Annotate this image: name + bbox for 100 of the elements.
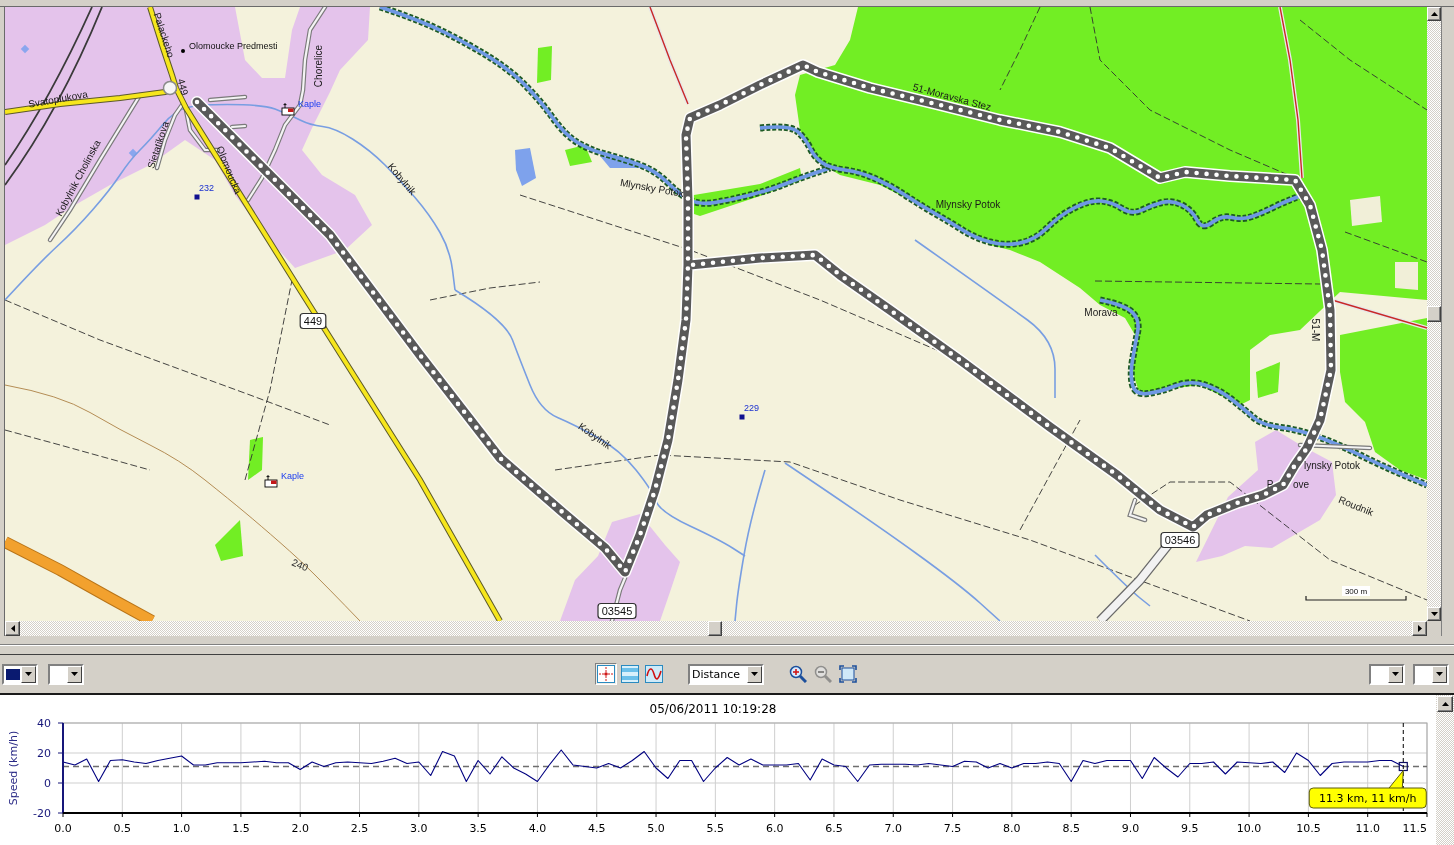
up-arrow-icon [1430,12,1438,16]
place-dot-icon [181,49,185,53]
dropdown-button[interactable] [21,665,36,683]
dropdown-button[interactable] [67,665,82,683]
vertical-scrollbar[interactable] [1427,7,1441,621]
map-label: lynsky Potok [1303,459,1361,471]
scroll-down-button[interactable] [1427,607,1441,621]
y-axis-label: Speed (km/h) [6,730,20,806]
map-label: P [1266,478,1274,490]
cursor-marker-icon [1398,761,1408,772]
value-tooltip: 11.3 km, 11 km/h [1308,770,1427,809]
caret-icon [1392,672,1399,676]
scrollbar-thumb[interactable] [708,621,722,636]
route-shield: 449 [299,312,327,330]
route-shield: 03546 [1160,531,1200,549]
right-arrow-icon [1417,625,1422,632]
poi-label: Kaple [298,99,322,109]
down-arrow-icon [1430,612,1438,616]
x-tick-label: 6.0 [765,821,784,835]
x-tick-label: 1.5 [232,821,250,835]
caret-icon [25,672,32,676]
bands-button[interactable] [619,663,641,685]
dropdown-button[interactable] [1388,665,1403,683]
square-marker-icon [194,194,200,200]
up-arrow-icon [1441,702,1449,706]
zoom-in-icon [789,665,807,683]
x-tick-label: 5.0 [647,821,665,835]
curve-button[interactable] [643,663,665,685]
wave-icon [645,665,663,683]
vertical-scrollbar[interactable] [1436,695,1454,845]
scroll-right-button[interactable] [1412,621,1427,636]
dropdown[interactable] [48,663,84,685]
forest-area [565,145,592,166]
zoom-in-button[interactable] [787,663,809,685]
map-label: ove [1292,478,1310,490]
x-tick-label: 2.5 [350,821,369,835]
stripes-icon [621,665,639,683]
elevation-label: 229 [744,403,760,413]
x-tick-label: 8.5 [1062,821,1080,835]
chart-title: 05/06/2011 10:19:28 [649,702,777,716]
x-tick-label: 2.0 [291,821,309,835]
map-label: 449 [175,77,191,97]
fit-button[interactable] [837,663,859,685]
water-point-icon [20,44,30,54]
x-tick-label: 3.0 [410,821,428,835]
map-label: Chorelice [312,44,324,88]
pond [515,148,536,186]
water-point-icon [128,148,138,158]
dropdown-button[interactable] [1432,665,1447,683]
minor-road [1127,497,1148,523]
x-tick-label: 9.5 [1181,821,1199,835]
horizontal-scrollbar[interactable] [5,621,1427,636]
elevation-label: 232 [199,183,215,193]
scroll-left-button[interactable] [5,621,20,636]
dropdown-button[interactable] [747,665,762,683]
frame-icon [839,665,857,683]
color-dropdown[interactable] [2,663,38,685]
map-label: Morava [1084,306,1118,318]
x-tick-label: 11.0 [1355,821,1380,835]
scroll-up-button[interactable] [1427,7,1441,21]
x-tick-label: 11.5 [1402,821,1427,835]
y-tick-label: 0 [44,776,51,790]
x-tick-label: 0.5 [113,821,132,835]
x-tick-label: 4.5 [588,821,606,835]
map-label: Svatoplukova [27,88,89,110]
roundabout-icon [162,80,178,96]
church-icon [281,102,295,116]
annotation: 11.3 km, 11 km/h [1319,791,1417,805]
scroll-up-button[interactable] [1437,696,1453,712]
scale-label: 300 m [1342,586,1370,596]
caret-icon [71,672,78,676]
crosshair-icon [597,665,615,683]
x-tick-label: 9.0 [1121,821,1140,835]
axis-select[interactable]: Distance [688,663,764,685]
y-tick-label: 40 [37,716,51,730]
caret-icon [1436,672,1443,676]
crosshair-button[interactable] [595,663,617,685]
y-tick-label: -20 [33,806,51,820]
x-tick-label: 6.5 [825,821,843,835]
clearing [1395,262,1418,290]
scrollbar-thumb[interactable] [1427,306,1441,322]
map-label: 51-M [1309,318,1321,342]
map-label: Mlynsky Potok [935,198,1001,210]
forest-area [248,437,263,480]
poi-label: Kaple [281,471,305,481]
place-label: Olomoucke Predmesti [189,41,278,51]
map-label: Mlynsky Potok [619,177,685,199]
left-arrow-icon [10,625,15,632]
pond [600,156,642,168]
route-shield: 03545 [597,602,637,620]
x-tick-label: 10.0 [1236,821,1262,835]
x-tick-label: 5.5 [706,821,725,835]
forest-area [215,520,243,561]
zoom-out-icon [814,665,832,683]
stream [1094,554,1151,607]
dropdown[interactable] [1369,663,1405,685]
contour-label: 240 [290,556,310,574]
x-tick-label: 10.5 [1296,821,1321,835]
dropdown[interactable] [1413,663,1449,685]
x-tick-label: 1.0 [172,821,191,835]
